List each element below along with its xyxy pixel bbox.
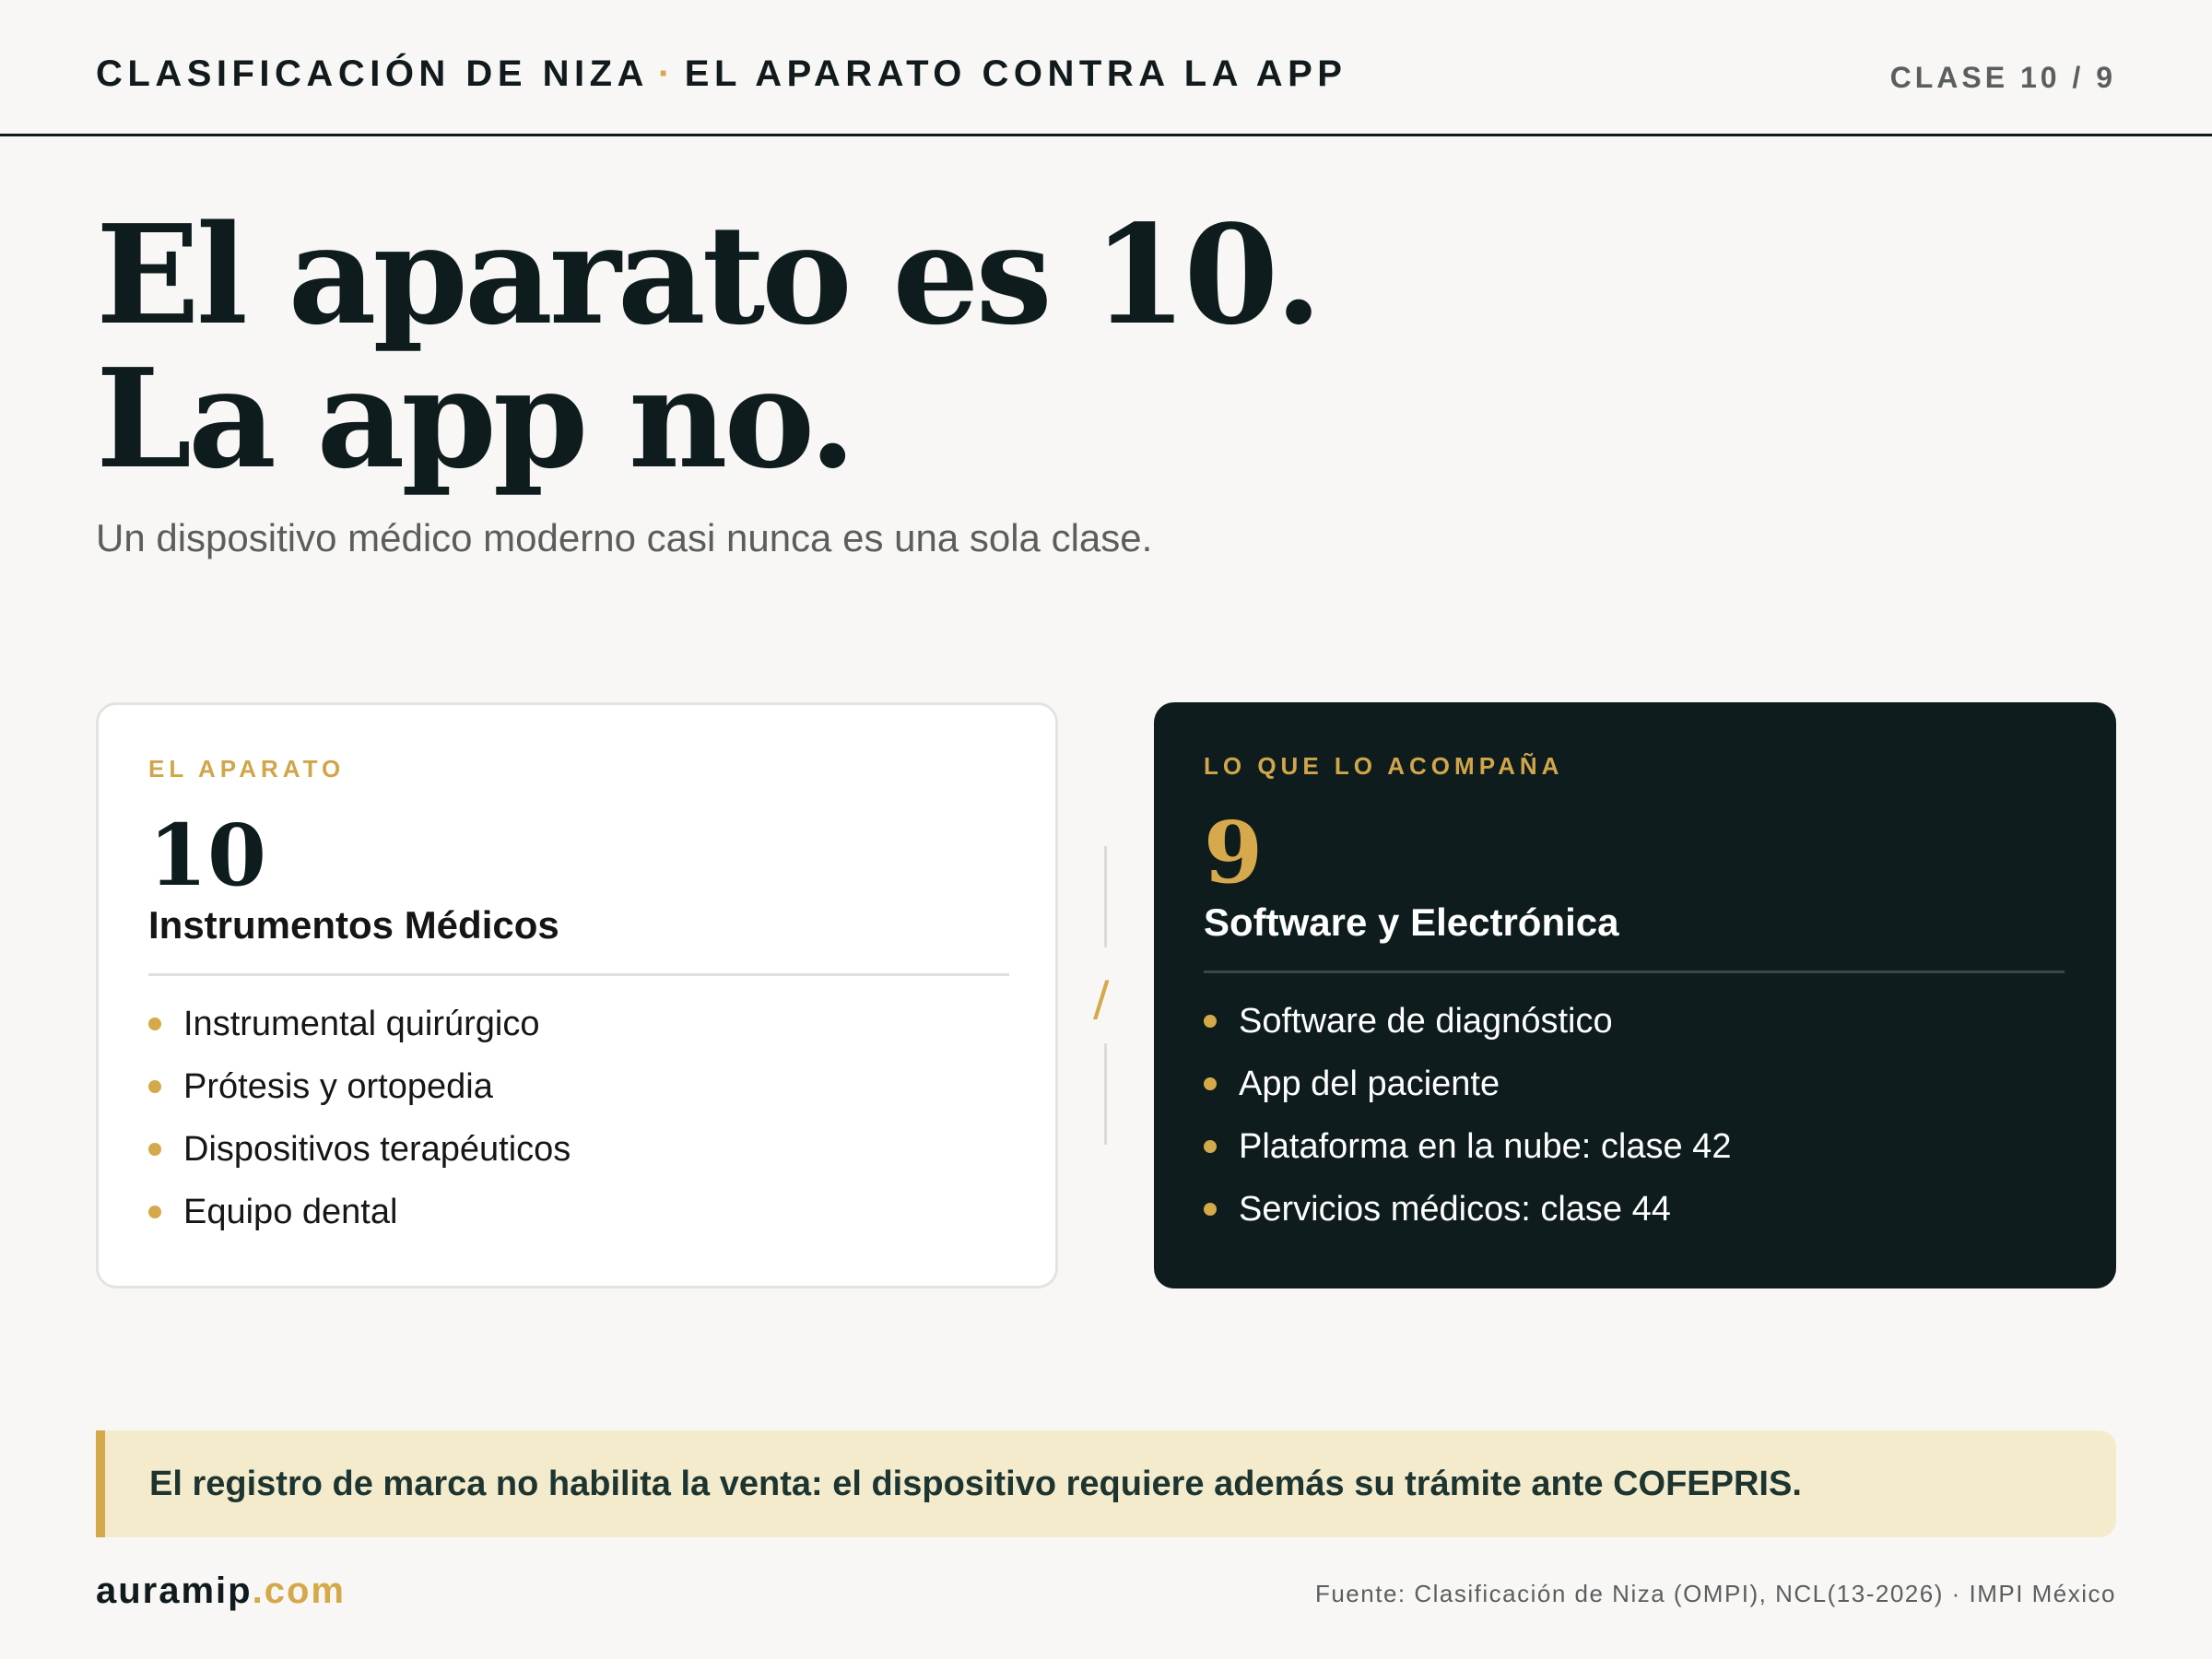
- card-apparatus-divider: [148, 973, 1009, 976]
- header-separator: ·: [657, 53, 676, 94]
- list-item-text: Plataforma en la nube: clase 42: [1239, 1127, 1732, 1166]
- class-indicator: CLASE 10 / 9: [1889, 61, 2116, 94]
- page-title: El aparato es 10. La app no.: [96, 194, 1323, 499]
- bullet-dot-icon: [148, 1143, 161, 1156]
- list-item: Plataforma en la nube: clase 42: [1204, 1115, 2066, 1178]
- bullet-dot-icon: [1204, 1015, 1217, 1028]
- divider-line-top: [1104, 846, 1107, 947]
- list-item-text: Servicios médicos: clase 44: [1239, 1190, 1671, 1229]
- card-companion: LO QUE LO ACOMPAÑA 9 Software y Electrón…: [1154, 702, 2116, 1288]
- bullet-dot-icon: [1204, 1140, 1217, 1153]
- list-item-text: Prótesis y ortopedia: [183, 1067, 493, 1106]
- list-item-text: Instrumental quirúrgico: [183, 1005, 540, 1043]
- card-companion-kicker: LO QUE LO ACOMPAÑA: [1204, 752, 1564, 780]
- card-apparatus-heading: Instrumentos Médicos: [148, 903, 559, 947]
- list-item-text: Equipo dental: [183, 1193, 398, 1231]
- divider-slash-icon: /: [1093, 971, 1110, 1027]
- source-citation: Fuente: Clasificación de Niza (OMPI), NC…: [1314, 1580, 2116, 1607]
- brand-tld: .com: [252, 1571, 346, 1611]
- callout-note: El registro de marca no habilita la vent…: [96, 1430, 2116, 1537]
- brand-link[interactable]: auramip.com: [96, 1571, 346, 1612]
- card-apparatus: EL APARATO 10 Instrumentos Médicos Instr…: [96, 702, 1058, 1288]
- list-item: Prótesis y ortopedia: [148, 1055, 1006, 1118]
- list-item-text: Software de diagnóstico: [1239, 1002, 1613, 1041]
- list-item: App del paciente: [1204, 1053, 2066, 1115]
- card-companion-heading: Software y Electrónica: [1204, 900, 1619, 944]
- card-companion-class-number: 9: [1204, 803, 1264, 902]
- card-companion-divider: [1204, 971, 2065, 973]
- slide-header: CLASIFICACIÓN DE NIZA · EL APARATO CONTRA …: [0, 0, 2212, 136]
- page-subtitle: Un dispositivo médico moderno casi nunca…: [96, 516, 1153, 559]
- list-item-text: App del paciente: [1239, 1065, 1500, 1103]
- brand-name: auramip: [96, 1571, 253, 1611]
- bullet-dot-icon: [148, 1080, 161, 1093]
- bullet-dot-icon: [148, 1018, 161, 1030]
- card-companion-list: Software de diagnóstico App del paciente…: [1204, 990, 2066, 1241]
- title-line-2: La app no.: [96, 338, 856, 499]
- list-item: Software de diagnóstico: [1204, 990, 2066, 1053]
- header-title-main: CLASIFICACIÓN DE NIZA: [96, 53, 649, 94]
- bullet-dot-icon: [148, 1206, 161, 1218]
- list-item: Equipo dental: [148, 1181, 1006, 1243]
- header-title-sub: EL APARATO CONTRA LA APP: [684, 53, 1347, 94]
- card-apparatus-class-number: 10: [148, 806, 267, 905]
- list-item: Instrumental quirúrgico: [148, 993, 1006, 1055]
- list-item: Servicios médicos: clase 44: [1204, 1178, 2066, 1241]
- title-line-1: El aparato es 10.: [96, 194, 1323, 355]
- card-apparatus-kicker: EL APARATO: [148, 755, 346, 782]
- list-item: Dispositivos terapéuticos: [148, 1118, 1006, 1181]
- callout-note-text: El registro de marca no habilita la vent…: [149, 1464, 1802, 1503]
- card-apparatus-list: Instrumental quirúrgico Prótesis y ortop…: [148, 993, 1006, 1243]
- list-item-text: Dispositivos terapéuticos: [183, 1130, 571, 1169]
- divider-line-bottom: [1104, 1043, 1107, 1145]
- header-title: CLASIFICACIÓN DE NIZA · EL APARATO CONTRA …: [96, 53, 1347, 95]
- bullet-dot-icon: [1204, 1077, 1217, 1090]
- bullet-dot-icon: [1204, 1203, 1217, 1216]
